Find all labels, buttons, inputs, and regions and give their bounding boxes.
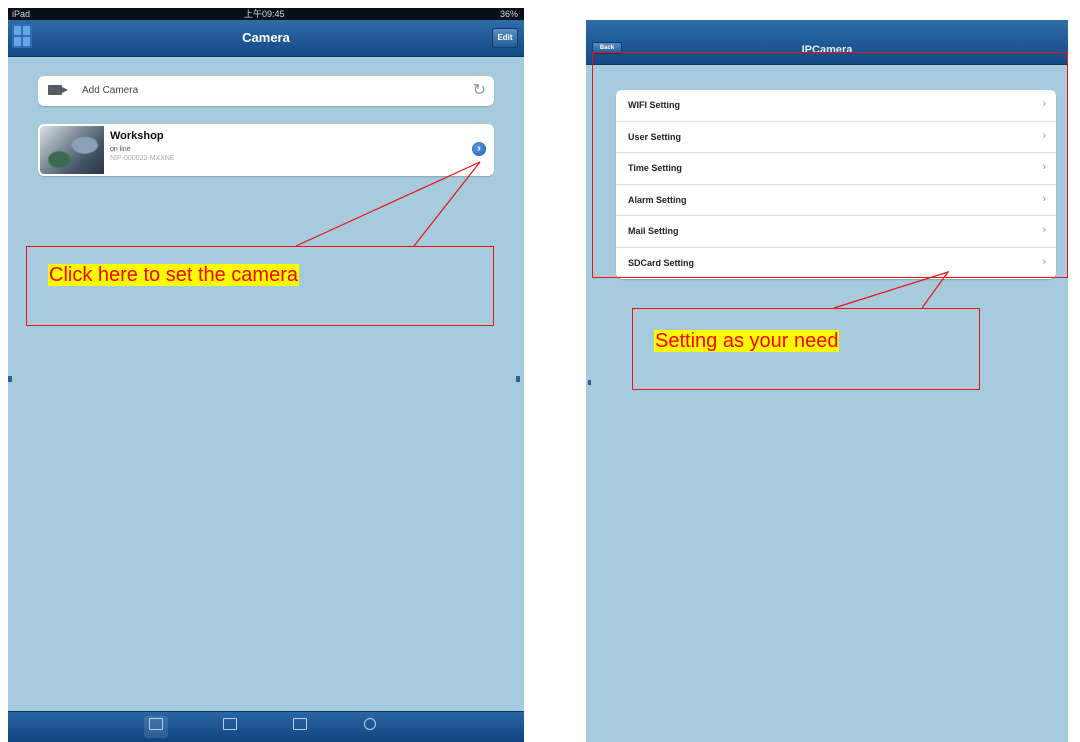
callout-text-right: Setting as your need [654,330,840,352]
settings-highlight-box [592,52,1068,278]
callout-box-left [26,246,494,326]
callout-pointer-left [295,161,481,247]
callout-text-left: Click here to set the camera [48,264,299,286]
